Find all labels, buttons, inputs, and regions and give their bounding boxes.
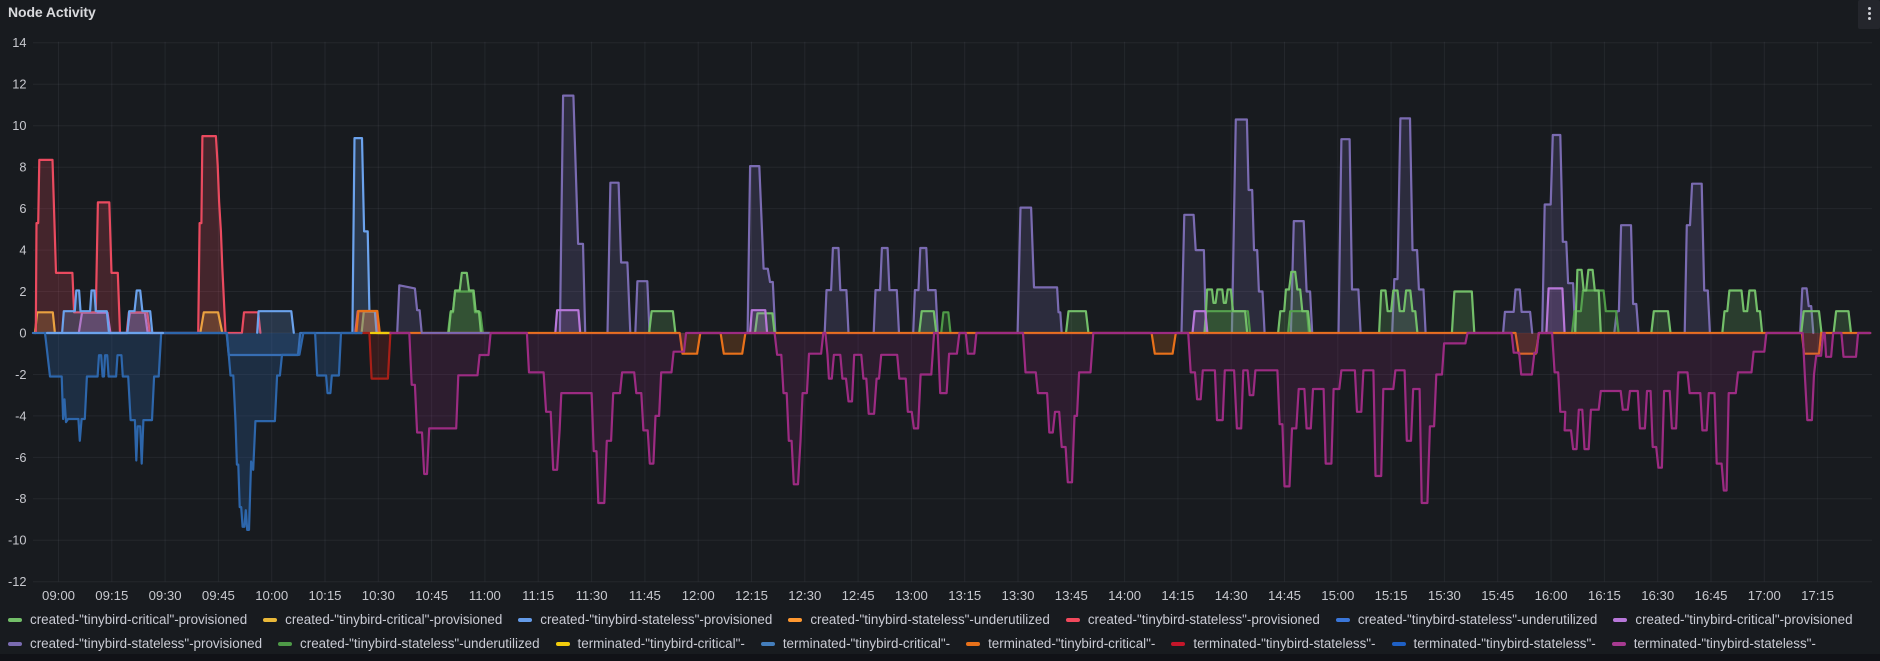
svg-text:11:45: 11:45 — [629, 588, 661, 603]
svg-text:10:30: 10:30 — [362, 588, 395, 603]
svg-text:13:15: 13:15 — [948, 588, 981, 603]
svg-text:09:00: 09:00 — [42, 588, 75, 603]
svg-text:-12: -12 — [8, 574, 27, 589]
svg-text:2: 2 — [19, 284, 26, 299]
svg-text:15:45: 15:45 — [1481, 588, 1514, 603]
svg-text:12:30: 12:30 — [788, 588, 821, 603]
svg-text:4: 4 — [19, 243, 26, 258]
svg-text:14:30: 14:30 — [1215, 588, 1248, 603]
svg-text:11:00: 11:00 — [469, 588, 501, 603]
svg-text:16:45: 16:45 — [1694, 588, 1727, 603]
svg-text:12: 12 — [12, 77, 26, 92]
svg-text:14:45: 14:45 — [1268, 588, 1301, 603]
svg-text:15:00: 15:00 — [1321, 588, 1354, 603]
svg-text:16:15: 16:15 — [1588, 588, 1621, 603]
svg-text:12:45: 12:45 — [842, 588, 875, 603]
svg-text:14: 14 — [12, 35, 26, 50]
svg-text:13:45: 13:45 — [1055, 588, 1088, 603]
svg-text:11:15: 11:15 — [522, 588, 554, 603]
svg-text:09:15: 09:15 — [95, 588, 128, 603]
svg-text:-10: -10 — [8, 533, 27, 548]
svg-text:14:00: 14:00 — [1108, 588, 1141, 603]
svg-text:13:00: 13:00 — [895, 588, 928, 603]
svg-text:-4: -4 — [15, 408, 26, 423]
svg-text:17:00: 17:00 — [1748, 588, 1781, 603]
svg-text:10: 10 — [12, 118, 26, 133]
svg-text:6: 6 — [19, 201, 26, 216]
svg-text:-6: -6 — [15, 450, 26, 465]
svg-text:-8: -8 — [15, 491, 26, 506]
svg-text:10:15: 10:15 — [308, 588, 341, 603]
svg-text:09:30: 09:30 — [149, 588, 182, 603]
svg-text:8: 8 — [19, 160, 26, 175]
svg-text:15:15: 15:15 — [1375, 588, 1408, 603]
svg-text:12:15: 12:15 — [735, 588, 768, 603]
svg-text:10:45: 10:45 — [415, 588, 448, 603]
svg-text:10:00: 10:00 — [255, 588, 288, 603]
svg-text:11:30: 11:30 — [576, 588, 608, 603]
svg-text:09:45: 09:45 — [202, 588, 235, 603]
svg-text:17:15: 17:15 — [1801, 588, 1834, 603]
svg-text:14:15: 14:15 — [1161, 588, 1194, 603]
svg-text:16:30: 16:30 — [1641, 588, 1674, 603]
svg-text:15:30: 15:30 — [1428, 588, 1461, 603]
svg-text:13:30: 13:30 — [1001, 588, 1034, 603]
svg-text:12:00: 12:00 — [682, 588, 715, 603]
svg-text:16:00: 16:00 — [1535, 588, 1568, 603]
svg-text:-2: -2 — [15, 367, 26, 382]
svg-text:0: 0 — [19, 325, 26, 340]
